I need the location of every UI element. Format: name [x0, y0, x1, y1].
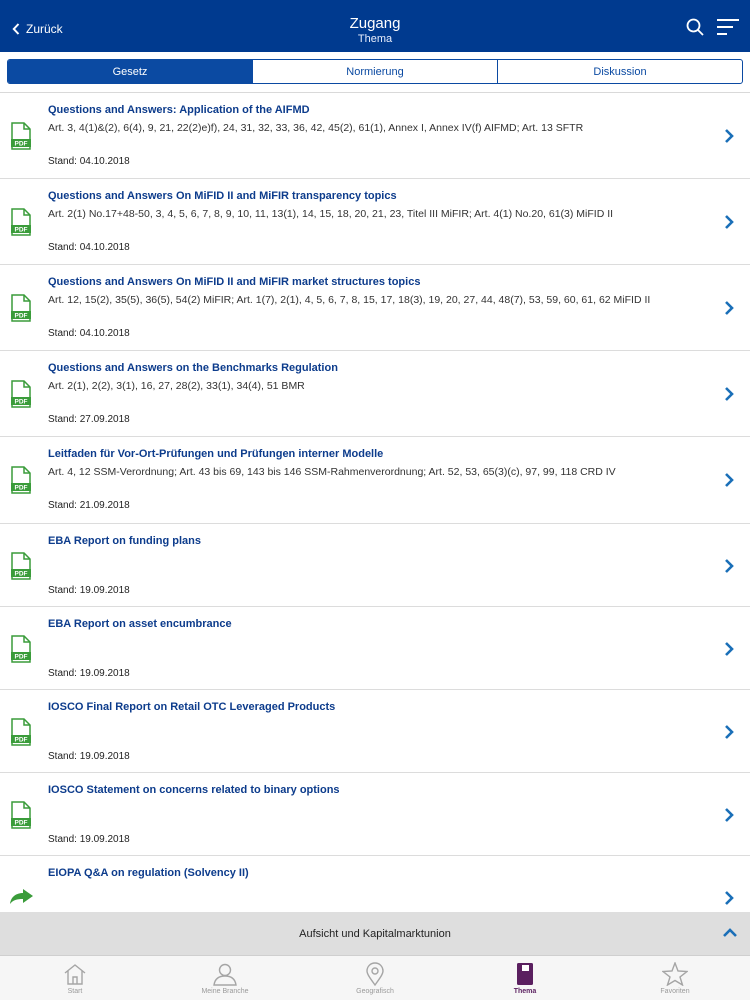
list-item[interactable]: EIOPA Q&A on regulation (Solvency II): [0, 856, 750, 912]
pdf-icon: PDF: [11, 552, 31, 580]
app-root: Zurück Zugang Thema Gesetz Normierung Di…: [0, 0, 750, 1000]
item-title: Questions and Answers On MiFID II and Mi…: [48, 276, 421, 288]
pdf-icon: PDF: [11, 466, 31, 494]
page-subtitle: Thema: [357, 33, 393, 45]
chevron-right-icon: [725, 129, 734, 143]
item-title: Questions and Answers on the Benchmarks …: [48, 362, 338, 374]
item-title: Questions and Answers: Application of th…: [48, 104, 310, 116]
item-articles: Art. 4, 12 SSM-Verordnung; Art. 43 bis 6…: [48, 466, 616, 478]
chevron-right-icon: [725, 808, 734, 822]
filter-menu-icon[interactable]: [716, 18, 740, 36]
svg-text:PDF: PDF: [15, 226, 28, 233]
item-title: Leitfaden für Vor-Ort-Prüfungen und Prüf…: [48, 448, 384, 460]
segmented-control: Gesetz Normierung Diskussion: [7, 59, 743, 84]
chevron-right-icon: [725, 642, 734, 656]
item-articles: Art. 2(1) No.17+48-50, 3, 4, 5, 6, 7, 8,…: [48, 208, 614, 220]
tab-bar: Start Meine Branche Geografisch Thema Fa…: [0, 955, 750, 1000]
item-date: Stand: 04.10.2018: [48, 328, 130, 339]
item-title: IOSCO Final Report on Retail OTC Leverag…: [48, 701, 336, 713]
item-title: EIOPA Q&A on regulation (Solvency II): [48, 867, 249, 879]
item-title: EBA Report on asset encumbrance: [48, 618, 232, 630]
document-list: PDF Questions and Answers: Application o…: [0, 93, 750, 912]
svg-text:PDF: PDF: [15, 140, 28, 147]
list-item[interactable]: PDF EBA Report on asset encumbrance Stan…: [0, 607, 750, 690]
pdf-icon: PDF: [11, 208, 31, 236]
list-item[interactable]: PDF EBA Report on funding plans Stand: 1…: [0, 524, 750, 607]
segment-diskussion[interactable]: Diskussion: [498, 60, 742, 83]
list-item[interactable]: PDF IOSCO Statement on concerns related …: [0, 773, 750, 856]
pdf-icon: PDF: [11, 294, 31, 322]
pdf-icon: PDF: [11, 635, 31, 663]
item-articles: Art. 2(1), 2(2), 3(1), 16, 27, 28(2), 33…: [48, 380, 305, 392]
tab-start[interactable]: Start: [0, 956, 150, 1000]
item-date: Stand: 19.09.2018: [48, 668, 130, 679]
tab-label: Meine Branche: [201, 988, 249, 995]
segment-normierung[interactable]: Normierung: [253, 60, 498, 83]
pdf-icon: PDF: [11, 718, 31, 746]
item-date: Stand: 04.10.2018: [48, 242, 130, 253]
person-icon: [213, 963, 237, 986]
item-date: Stand: 19.09.2018: [48, 834, 130, 845]
item-title: Questions and Answers On MiFID II and Mi…: [48, 190, 397, 202]
section-bar-label: Aufsicht und Kapitalmarktunion: [299, 927, 451, 940]
list-item[interactable]: PDF Leitfaden für Vor-Ort-Prüfungen und …: [0, 437, 750, 524]
star-icon: [662, 962, 688, 986]
tab-meine-branche[interactable]: Meine Branche: [150, 956, 300, 1000]
tab-geografisch[interactable]: Geografisch: [300, 956, 450, 1000]
svg-text:PDF: PDF: [15, 312, 28, 319]
segment-gesetz[interactable]: Gesetz: [8, 60, 253, 83]
chevron-right-icon: [725, 387, 734, 401]
svg-text:PDF: PDF: [15, 398, 28, 405]
chevron-right-icon: [725, 725, 734, 739]
tab-label: Thema: [513, 988, 537, 995]
svg-text:PDF: PDF: [15, 570, 28, 577]
item-articles: Art. 12, 15(2), 35(5), 36(5), 54(2) MiFI…: [48, 294, 651, 306]
pdf-icon: PDF: [11, 380, 31, 408]
svg-text:PDF: PDF: [15, 484, 28, 491]
chevron-up-icon[interactable]: [722, 926, 738, 938]
location-pin-icon: [366, 962, 384, 986]
svg-text:PDF: PDF: [15, 819, 28, 826]
item-title: IOSCO Statement on concerns related to b…: [48, 784, 340, 796]
svg-text:PDF: PDF: [15, 653, 28, 660]
tab-label: Geografisch: [356, 988, 394, 995]
item-date: Stand: 04.10.2018: [48, 156, 130, 167]
chevron-right-icon: [725, 301, 734, 315]
chevron-right-icon: [725, 473, 734, 487]
page-title: Zugang: [349, 15, 401, 32]
item-title: EBA Report on funding plans: [48, 535, 201, 547]
item-date: Stand: 27.09.2018: [48, 414, 130, 425]
item-date: Stand: 21.09.2018: [48, 500, 130, 511]
nav-header: Zurück Zugang Thema: [0, 0, 750, 52]
tab-thema[interactable]: Thema: [450, 956, 600, 1000]
tab-label: Start: [67, 988, 83, 995]
home-icon: [64, 964, 86, 985]
list-item[interactable]: PDF Questions and Answers On MiFID II an…: [0, 265, 750, 351]
pdf-icon: PDF: [11, 801, 31, 829]
tab-favoriten[interactable]: Favoriten: [600, 956, 750, 1000]
header-titles: Zugang Thema: [0, 15, 750, 46]
chevron-right-icon: [725, 559, 734, 573]
section-bar[interactable]: Aufsicht und Kapitalmarktunion: [0, 912, 750, 955]
list-item[interactable]: PDF Questions and Answers On MiFID II an…: [0, 179, 750, 265]
tab-label: Favoriten: [660, 988, 690, 995]
chevron-right-icon: [725, 215, 734, 229]
book-icon: [517, 963, 533, 985]
item-articles: Art. 3, 4(1)&(2), 6(4), 9, 21, 22(2)e)f)…: [48, 122, 584, 134]
svg-text:PDF: PDF: [15, 736, 28, 743]
list-item[interactable]: PDF Questions and Answers on the Benchma…: [0, 351, 750, 437]
search-icon[interactable]: [686, 18, 704, 36]
list-item[interactable]: PDF Questions and Answers: Application o…: [0, 93, 750, 179]
link-arrow-icon: [10, 889, 33, 904]
pdf-icon: PDF: [11, 122, 31, 150]
item-date: Stand: 19.09.2018: [48, 751, 130, 762]
list-item[interactable]: PDF IOSCO Final Report on Retail OTC Lev…: [0, 690, 750, 773]
item-date: Stand: 19.09.2018: [48, 585, 130, 596]
chevron-right-icon: [725, 891, 734, 905]
